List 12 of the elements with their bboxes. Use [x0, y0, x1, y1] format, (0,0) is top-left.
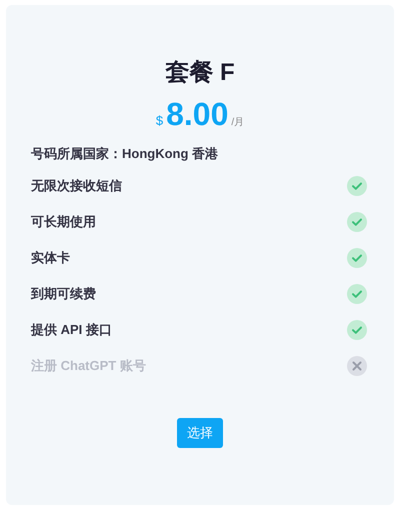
select-button[interactable]: 选择	[177, 418, 223, 448]
feature-label: 到期可续费	[31, 285, 96, 304]
price-period: /月	[231, 116, 244, 130]
country-label: 号码所属国家：HongKong 香港	[31, 145, 220, 163]
currency-symbol: $	[156, 112, 164, 130]
price: 8.00	[166, 96, 228, 132]
feature-label: 注册 ChatGPT 账号	[31, 357, 146, 376]
feature-label: 提供 API 接口	[31, 321, 112, 340]
feature-label: 无限次接收短信	[31, 177, 122, 196]
plan-title: 套餐 F	[165, 58, 235, 88]
feature-label: 可长期使用	[31, 213, 96, 232]
feature-label: 实体卡	[31, 249, 70, 268]
